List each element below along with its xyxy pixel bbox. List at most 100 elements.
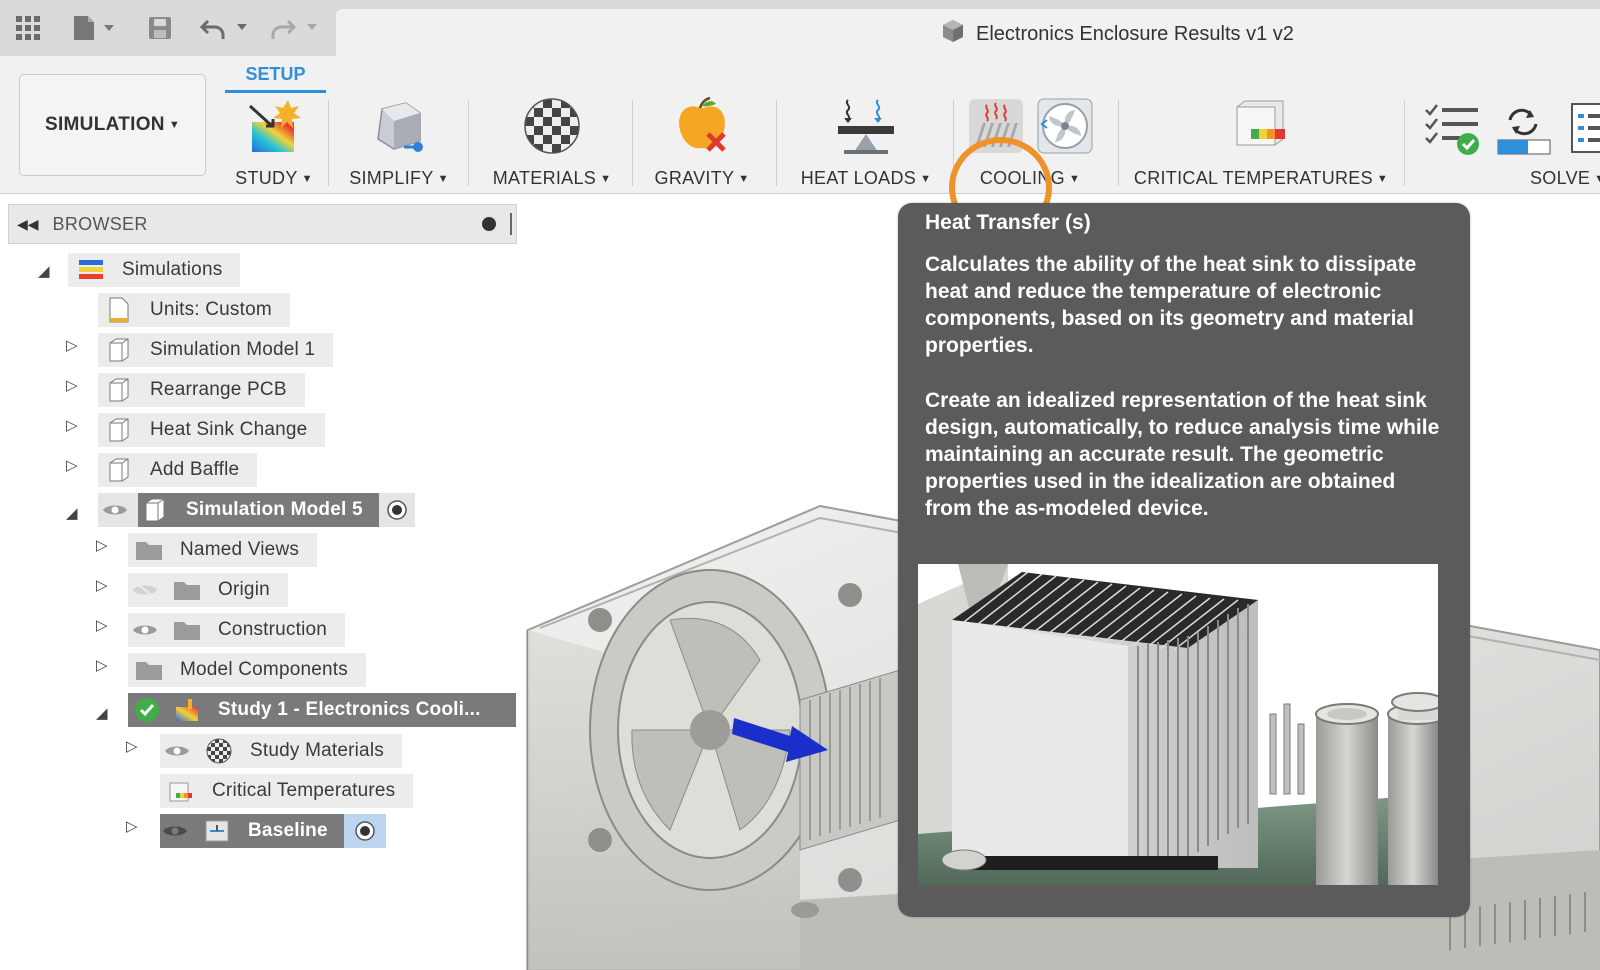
fan-icon[interactable] [1036,94,1094,158]
job-status-icon[interactable] [1568,102,1600,162]
tree-label: Critical Temperatures [212,780,396,801]
tree-node-model-components[interactable]: Model Components [128,653,366,687]
collapsed-triangle-icon[interactable]: ▷ [126,817,138,835]
folder-icon [172,615,202,645]
collapse-panel-icon[interactable]: ◀◀ [17,216,39,233]
title-bar: Electronics Enclosure Results v1 v2 [0,0,1600,56]
chevron-down-icon: ▼ [1376,173,1389,185]
tree-node-critical-temperatures[interactable]: Critical Temperatures [160,774,414,808]
tree-label: Model Components [180,659,348,680]
document-title: Electronics Enclosure Results v1 v2 [940,18,1294,50]
collapsed-triangle-icon[interactable]: ▷ [96,576,108,594]
tree-node-units[interactable]: Units: Custom [98,293,290,327]
collapsed-triangle-icon[interactable]: ▷ [96,616,108,634]
collapsed-triangle-icon[interactable]: ▷ [96,536,108,554]
ribbon-divider [328,100,329,186]
expanded-triangle-icon[interactable]: ◢ [66,504,78,522]
materials-icon [204,736,234,766]
eye-icon[interactable] [160,816,190,846]
ribbon-divider [776,100,777,186]
gravity-label: GRAVITY [654,168,735,188]
chevron-down-icon: ▼ [738,173,750,185]
activate-radio-icon[interactable] [379,495,415,525]
eye-hidden-icon[interactable] [130,575,160,605]
gravity-icon [670,94,734,158]
activate-radio-icon[interactable] [343,814,386,848]
workspace-switcher-button[interactable]: SIMULATION ▼ [19,74,206,176]
tree-node-study-materials[interactable]: Study Materials [160,734,402,768]
expanded-triangle-icon[interactable]: ◢ [96,704,108,722]
simplify-icon [367,94,431,158]
browser-header: ◀◀ BROWSER [8,204,517,244]
collapsed-triangle-icon[interactable]: ▷ [126,737,138,755]
browser-title: BROWSER [52,213,148,234]
critical-temperatures-tool-button[interactable]: CRITICAL TEMPERATURES ▼ [1133,94,1389,190]
critical-temperatures-label: CRITICAL TEMPERATURES [1133,168,1373,188]
tooltip-description-detail: Create an idealized representation of th… [925,389,1440,520]
model-icon [104,375,134,405]
chevron-down-icon: ▼ [1594,173,1600,185]
study-icon [172,695,202,725]
gravity-tool-button[interactable]: GRAVITY ▼ [652,94,752,190]
eye-icon[interactable] [130,615,160,645]
simplify-tool-button[interactable]: SIMPLIFY ▼ [340,94,458,190]
eye-icon[interactable] [100,495,130,525]
tree-node-construction[interactable]: Construction [128,613,346,647]
load-case-icon [202,816,232,846]
tree-label: Rearrange PCB [150,379,287,400]
tooltip-description: Calculates the ability of the heat sink … [925,253,1417,357]
heat-loads-tool-button[interactable]: HEAT LOADS ▼ [796,94,936,190]
tree-label: Named Views [180,539,300,560]
critical-temperatures-icon [166,776,196,806]
tree-node-origin[interactable]: Origin [128,573,288,607]
redo-icon[interactable] [270,14,322,42]
collapsed-triangle-icon[interactable]: ▷ [66,336,78,354]
simplify-label: SIMPLIFY [349,168,434,188]
study-tool-button[interactable]: STUDY ▼ [222,94,326,190]
materials-icon [520,94,584,158]
solve-tool-button[interactable]: SOLVE ▼ [1530,168,1600,189]
chevron-down-icon: ▼ [1068,173,1081,185]
tab-setup[interactable]: SETUP [225,64,326,85]
tree-label: Simulations [122,259,223,280]
tree-label: Simulation Model 1 [150,339,316,360]
tree-node-study-1[interactable]: Study 1 - Electronics Cooli... [128,693,516,727]
file-icon[interactable] [70,14,120,42]
heat-sink-model [799,669,901,851]
panel-resize-handle[interactable] [510,213,512,235]
tree-node-baseline[interactable]: Baseline [160,814,386,848]
tree-node-heat-sink-change[interactable]: Heat Sink Change [98,413,326,447]
tree-label: Construction [218,619,328,640]
study-icon [242,94,306,158]
critical-temperatures-icon [1229,94,1293,158]
tree-node-simulations[interactable]: Simulations [68,253,241,287]
folder-icon [134,535,164,565]
tree-node-simulation-model-5[interactable]: Simulation Model 5 [98,493,415,527]
collapsed-triangle-icon[interactable]: ▷ [96,656,108,674]
undo-icon[interactable] [200,14,252,42]
tree-node-rearrange-pcb[interactable]: Rearrange PCB [98,373,305,407]
pre-check-icon[interactable] [1424,102,1484,162]
ribbon-divider [1118,100,1119,186]
study-label: STUDY [235,168,298,188]
save-icon[interactable] [146,14,174,42]
ribbon-divider [632,100,633,186]
collapsed-triangle-icon[interactable]: ▷ [66,376,78,394]
collapsed-triangle-icon[interactable]: ▷ [66,416,78,434]
tree-node-add-baffle[interactable]: Add Baffle [98,453,258,487]
heat-loads-label: HEAT LOADS [800,168,917,188]
solve-icon[interactable] [1496,102,1556,162]
model-icon [104,455,134,485]
materials-tool-button[interactable]: MATERIALS ▼ [490,94,614,190]
tree-node-simulation-model-1[interactable]: Simulation Model 1 [98,333,334,367]
panel-options-icon[interactable] [482,217,496,231]
expanded-triangle-icon[interactable]: ◢ [38,262,50,280]
chevron-down-icon: ▼ [600,173,612,185]
tree-label: Heat Sink Change [150,419,308,440]
apps-grid-icon[interactable] [14,14,42,42]
chevron-down-icon: ▼ [168,119,180,131]
document-cube-icon [940,18,966,50]
tree-node-named-views[interactable]: Named Views [128,533,318,567]
eye-icon[interactable] [162,736,192,766]
collapsed-triangle-icon[interactable]: ▷ [66,456,78,474]
